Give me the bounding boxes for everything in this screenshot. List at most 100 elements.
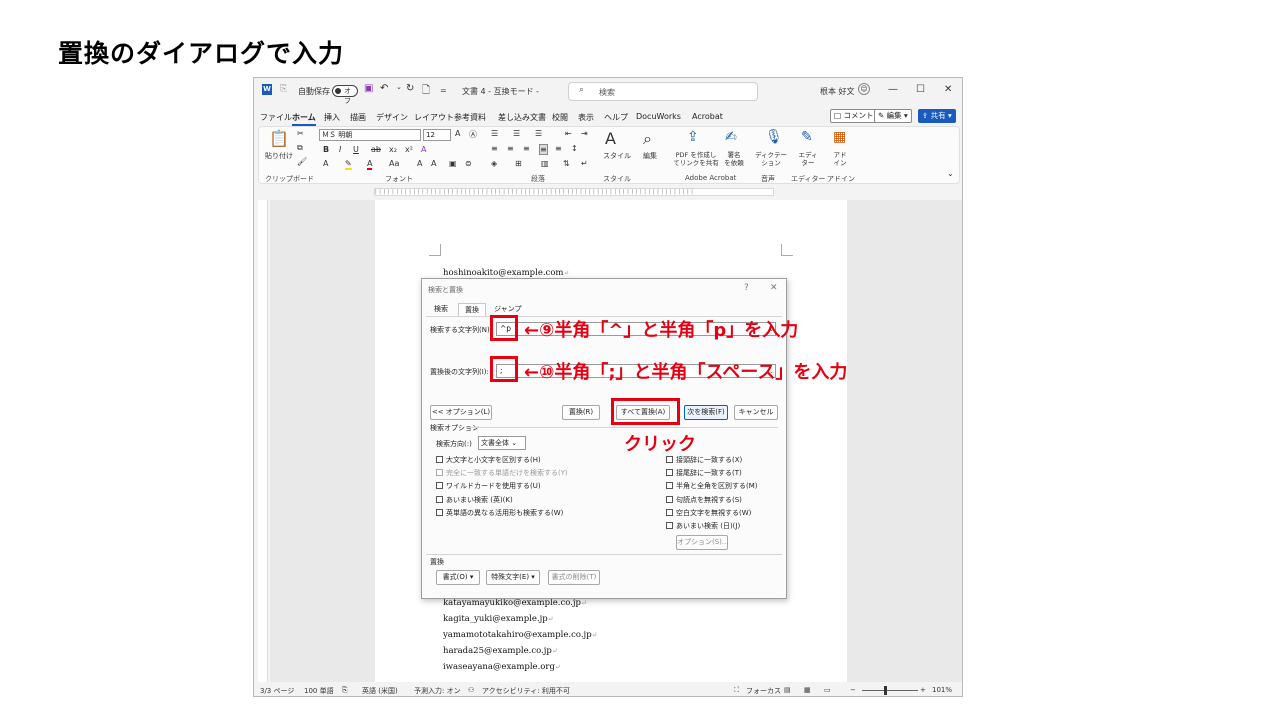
web-layout-icon[interactable]: ▭ bbox=[824, 686, 831, 694]
shading-icon[interactable]: ◈ bbox=[491, 159, 497, 168]
grow-font-icon[interactable]: A bbox=[455, 129, 460, 138]
options-toggle-button[interactable]: << オプション(L) bbox=[430, 405, 492, 420]
whole-word-checkbox[interactable]: 完全に一致する単語だけを検索する(Y) bbox=[436, 468, 568, 478]
menu-home[interactable]: ホーム bbox=[292, 112, 316, 126]
increase-indent-icon[interactable]: ⇥ bbox=[581, 129, 588, 138]
align-left-icon[interactable]: ≡ bbox=[491, 144, 498, 153]
strikethrough-icon[interactable]: ab bbox=[371, 145, 381, 154]
menu-file[interactable]: ファイル bbox=[260, 112, 292, 123]
italic-icon[interactable]: I bbox=[339, 145, 341, 154]
font-color-icon[interactable]: A bbox=[367, 159, 373, 170]
autosave-toggle[interactable]: オフ bbox=[332, 85, 358, 105]
multilevel-icon[interactable]: ☰ bbox=[535, 129, 542, 138]
search-box[interactable]: ⌕ 検索 bbox=[568, 82, 758, 101]
highlight-icon[interactable]: ✎ bbox=[345, 159, 352, 170]
cancel-button[interactable]: キャンセル bbox=[734, 405, 778, 420]
menu-help[interactable]: ヘルプ bbox=[604, 112, 628, 123]
borders-icon[interactable]: ⊞ bbox=[515, 159, 522, 168]
grow-font-2-icon[interactable]: A bbox=[417, 159, 422, 168]
accessibility-status[interactable]: アクセシビリティ: 利用不可 bbox=[482, 686, 570, 696]
subscript-icon[interactable]: x₂ bbox=[389, 145, 397, 154]
menu-insert[interactable]: 挿入 bbox=[324, 112, 340, 123]
user-name[interactable]: 根本 好文 bbox=[820, 86, 855, 97]
share-button[interactable]: ⇪ 共有 ▾ bbox=[918, 109, 956, 123]
request-sign-label[interactable]: 署名 を依頼 bbox=[719, 151, 749, 167]
edit-label[interactable]: 編集 bbox=[643, 151, 657, 161]
zoom-level[interactable]: 101% bbox=[932, 686, 952, 694]
zoom-in-icon[interactable]: + bbox=[920, 686, 926, 694]
document-line[interactable]: iwaseayana@example.org↵ bbox=[443, 662, 561, 672]
asian-layout-icon[interactable]: ▥ bbox=[541, 159, 549, 168]
menu-references[interactable]: 参考資料 bbox=[454, 112, 486, 123]
decrease-indent-icon[interactable]: ⇤ bbox=[565, 129, 572, 138]
menu-draw[interactable]: 描画 bbox=[350, 112, 366, 123]
fuzzy-options-button[interactable]: オプション(S)... bbox=[676, 535, 729, 550]
menu-mailings[interactable]: 差し込み文書 bbox=[498, 112, 546, 123]
request-sign-icon[interactable]: ✍ bbox=[725, 129, 737, 145]
horizontal-ruler[interactable]: | | | | | | | | | | | | | | | | | | | | … bbox=[254, 186, 962, 198]
dictate-icon[interactable]: 🎙 bbox=[765, 129, 783, 145]
bullets-icon[interactable]: ☰ bbox=[491, 129, 498, 138]
match-width-checkbox[interactable]: 半角と全角を区別する(M) bbox=[666, 481, 758, 491]
copy-icon[interactable]: ⧉ bbox=[297, 143, 303, 153]
document-line[interactable]: harada25@example.co.jp↵ bbox=[443, 646, 558, 656]
styles-label[interactable]: スタイル bbox=[603, 151, 631, 161]
paste-label[interactable]: 貼り付け bbox=[265, 151, 293, 161]
close-icon[interactable]: ✕ bbox=[770, 283, 778, 293]
paste-icon[interactable]: 📋 bbox=[269, 129, 289, 148]
word-count[interactable]: 100 単語 bbox=[304, 686, 334, 696]
undo-icon[interactable]: ↶ bbox=[380, 83, 388, 94]
document-line[interactable]: yamamototakahiro@example.co.jp↵ bbox=[443, 630, 598, 640]
tab-replace[interactable]: 置換 bbox=[458, 303, 486, 316]
format-painter-icon[interactable]: 🖌 bbox=[297, 157, 307, 166]
word-forms-checkbox[interactable]: 英単語の異なる活用形も検索する(W) bbox=[436, 508, 563, 518]
close-window-icon[interactable]: ✕ bbox=[944, 84, 952, 95]
replace-button[interactable]: 置換(R) bbox=[562, 405, 600, 420]
customize-toolbar-icon[interactable]: = bbox=[440, 86, 447, 95]
cut-icon[interactable]: ✂ bbox=[297, 129, 304, 138]
clear-format-icon[interactable]: Ⓐ bbox=[469, 129, 477, 140]
bold-icon[interactable]: B bbox=[323, 145, 329, 154]
text-effect-icon[interactable]: A bbox=[323, 159, 328, 168]
proofing-icon[interactable]: ⎘ bbox=[342, 686, 348, 695]
pdf-share-icon[interactable]: ⇪ bbox=[687, 129, 699, 145]
minimize-icon[interactable]: — bbox=[888, 84, 898, 95]
menu-acrobat[interactable]: Acrobat bbox=[692, 112, 723, 121]
menu-layout[interactable]: レイアウト bbox=[414, 112, 454, 123]
vertical-ruler[interactable] bbox=[258, 200, 268, 682]
change-case-icon[interactable]: Aa bbox=[389, 159, 399, 168]
print-layout-icon[interactable]: ▦ bbox=[804, 686, 811, 694]
wildcard-checkbox[interactable]: ワイルドカードを使用する(U) bbox=[436, 481, 541, 491]
line-spacing-icon[interactable]: ↕ bbox=[571, 144, 578, 153]
ignore-punct-checkbox[interactable]: 句読点を無視する(S) bbox=[666, 495, 742, 505]
special-button[interactable]: 特殊文字(E) ▾ bbox=[486, 570, 540, 585]
read-mode-icon[interactable]: ▤ bbox=[784, 686, 791, 694]
fuzzy-en-checkbox[interactable]: あいまい検索 (英)(K) bbox=[436, 495, 513, 505]
text-effects-icon[interactable]: A bbox=[421, 145, 426, 154]
help-icon[interactable]: ? bbox=[744, 283, 749, 293]
menu-view[interactable]: 表示 bbox=[578, 112, 594, 123]
maximize-icon[interactable]: ☐ bbox=[916, 84, 925, 95]
focus-button[interactable]: フォーカス bbox=[746, 686, 781, 696]
show-marks-icon[interactable]: ↵ bbox=[581, 159, 588, 168]
addins-icon[interactable]: ▦ bbox=[833, 129, 846, 145]
pdf-share-label[interactable]: PDF を作成し てリンクを共有 bbox=[671, 151, 721, 167]
zoom-slider[interactable] bbox=[862, 690, 918, 691]
menu-review[interactable]: 校閲 bbox=[552, 112, 568, 123]
match-case-checkbox[interactable]: 大文字と小文字を区別する(H) bbox=[436, 455, 541, 465]
ribbon-collapse-icon[interactable]: ⌄ bbox=[947, 169, 954, 178]
enclose-char-icon[interactable]: ⊜ bbox=[465, 159, 472, 168]
menu-design[interactable]: デザイン bbox=[376, 112, 408, 123]
justify-icon[interactable]: ≡ bbox=[539, 144, 548, 155]
edit-mode-button[interactable]: ✎ 編集 ▾ bbox=[874, 109, 912, 123]
language[interactable]: 英語 (米国) bbox=[362, 686, 398, 696]
direction-select[interactable]: 文書全体 ⌄ bbox=[478, 436, 526, 450]
text-prediction[interactable]: 予測入力: オン bbox=[414, 686, 461, 696]
align-right-icon[interactable]: ≡ bbox=[523, 144, 530, 153]
page-count[interactable]: 3/3 ページ bbox=[260, 686, 294, 696]
styles-icon[interactable]: A bbox=[605, 129, 616, 148]
tab-find[interactable]: 検索 bbox=[428, 303, 454, 316]
document-line[interactable]: katayamayukiko@example.co.jp↵ bbox=[443, 598, 587, 608]
match-suffix-checkbox[interactable]: 接尾辞に一致する(T) bbox=[666, 468, 742, 478]
menu-docuworks[interactable]: DocuWorks bbox=[636, 112, 681, 121]
